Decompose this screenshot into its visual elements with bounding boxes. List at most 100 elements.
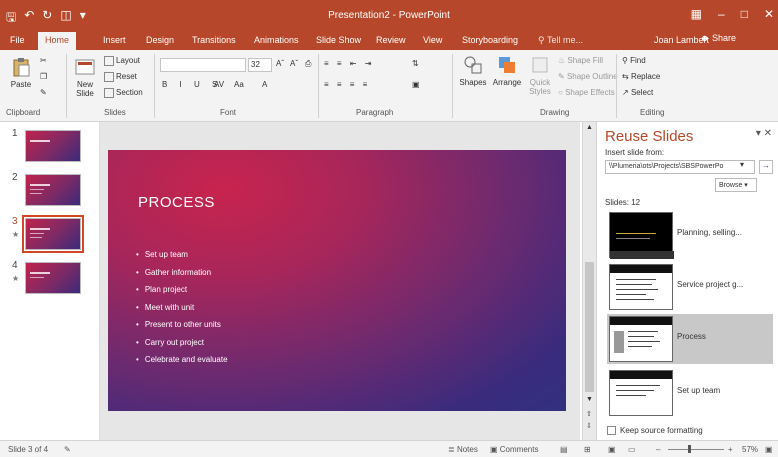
thumbnail-number: 1 [12, 128, 18, 139]
font-name-combo[interactable] [160, 58, 246, 72]
reuse-slide-item[interactable]: Service project g... [607, 262, 773, 312]
bullet-item: Gather information [136, 268, 228, 277]
current-slide[interactable]: PROCESS Set up team Gather information P… [108, 150, 566, 411]
maximize-icon[interactable]: □ [741, 7, 748, 21]
arrange-button[interactable]: Arrange [490, 54, 524, 87]
browse-button[interactable]: Browse ▾ [715, 178, 757, 192]
copy-icon[interactable]: ❐ [40, 72, 47, 81]
tab-design[interactable]: Design [146, 35, 174, 45]
slide-thumbnail-2[interactable] [25, 174, 81, 206]
minimize-icon[interactable]: – [718, 7, 725, 21]
tab-transitions[interactable]: Transitions [192, 35, 236, 45]
ribbon-home: Paste ✂ ❐ ✎ Clipboard New Slide Layout R… [0, 50, 778, 122]
close-icon[interactable]: ✕ [764, 7, 774, 21]
text-direction-icon[interactable]: ⇅ [412, 59, 419, 68]
thumbnail-line [616, 390, 654, 391]
clear-formatting-icon[interactable]: ⎙ [305, 59, 311, 69]
decrease-font-size-icon[interactable]: Aˇ [290, 59, 298, 68]
layout-button[interactable]: Layout [104, 56, 140, 66]
notes-button[interactable]: ≣ Notes [448, 445, 478, 454]
group-label-clipboard: Clipboard [6, 108, 41, 117]
zoom-out-icon[interactable]: – [656, 445, 660, 454]
path-dropdown-icon[interactable]: ▾ [740, 160, 744, 169]
tab-review[interactable]: Review [376, 35, 406, 45]
title-bar: 🖫 ↶ ↻ ◫ ▾ Presentation2 - PowerPoint ▦ –… [0, 0, 778, 30]
thumbnail-line [616, 299, 654, 300]
thumbnail-line [616, 385, 660, 386]
slide-sorter-view-icon[interactable]: ⊞ [584, 445, 591, 454]
tab-file[interactable]: File [10, 35, 25, 45]
next-slide-icon[interactable]: ⇩ [586, 422, 592, 430]
scroll-down-icon[interactable]: ▼ [586, 396, 593, 403]
new-slide-icon [75, 59, 95, 75]
keep-source-formatting-checkbox[interactable]: Keep source formatting [607, 426, 703, 436]
file-path-input[interactable]: \\Plumeria\ots\Projects\SBSPowerPo [605, 160, 755, 174]
cut-icon[interactable]: ✂ [40, 56, 47, 65]
list-buttons[interactable]: ≡ ≡ ⇤ ⇥ [324, 59, 374, 68]
close-pane-icon[interactable]: ▾ ✕ [756, 128, 772, 139]
shapes-button[interactable]: Shapes [458, 54, 488, 87]
slide-thumbnail-3[interactable] [22, 215, 84, 253]
quick-styles-button[interactable]: Quick Styles [526, 54, 554, 96]
thumbnail-line [616, 294, 646, 295]
thumbnail-line [628, 336, 654, 337]
slide-thumbnail-4[interactable] [25, 262, 81, 294]
tab-animations[interactable]: Animations [254, 35, 299, 45]
ribbon-display-options-icon[interactable]: ▦ [691, 7, 702, 21]
change-case-icon[interactable]: Aa [234, 80, 244, 89]
tab-insert[interactable]: Insert [103, 35, 126, 45]
reuse-slide-item[interactable]: Process [607, 314, 773, 364]
vertical-scrollbar[interactable]: ▲ ▼ ⇧ ⇩ [582, 122, 596, 440]
reading-view-icon[interactable]: ▣ [608, 445, 616, 454]
shape-outline-button[interactable]: ✎ Shape Outline [558, 72, 618, 81]
lightbulb-icon: ⚲ [538, 35, 547, 45]
scroll-up-icon[interactable]: ▲ [586, 124, 593, 131]
reuse-slide-item[interactable]: Planning, selling... [607, 210, 773, 260]
format-painter-icon[interactable]: ✎ [40, 88, 47, 97]
slide-thumbnail-1[interactable] [25, 130, 81, 162]
align-text-icon[interactable]: ▣ [412, 80, 420, 89]
tell-me-box[interactable]: ⚲ Tell me... [538, 35, 583, 46]
slide-show-view-icon[interactable]: ▭ [628, 445, 636, 454]
section-button[interactable]: Section [104, 88, 143, 98]
tab-home[interactable]: Home [38, 32, 77, 50]
thumbnail-line [616, 395, 646, 396]
select-button[interactable]: ↗ Select [622, 88, 653, 97]
tab-storyboarding[interactable]: Storyboarding [462, 35, 518, 45]
paste-button[interactable]: Paste [6, 56, 36, 89]
comments-button[interactable]: ▣ Comments [490, 445, 538, 454]
slide-title[interactable]: PROCESS [138, 194, 215, 211]
fit-slide-icon[interactable]: ▣ [765, 445, 773, 454]
replace-button[interactable]: ⇆ Replace [622, 72, 660, 81]
previous-slide-icon[interactable]: ⇧ [586, 410, 592, 418]
reuse-slide-item[interactable]: Set up team [607, 368, 773, 418]
new-slide-button[interactable]: New Slide [72, 56, 98, 98]
shape-fill-button[interactable]: ♨ Shape Fill [558, 56, 603, 65]
zoom-level[interactable]: 57% [742, 445, 758, 454]
font-color-icon[interactable]: A [262, 80, 267, 89]
normal-view-icon[interactable]: ▤ [560, 445, 568, 454]
alignment-buttons[interactable]: ≡ ≡ ≡ ≡ [324, 80, 370, 89]
reuse-slide-thumbnail [609, 370, 673, 416]
go-arrow-icon[interactable]: → [759, 160, 773, 174]
reuse-slide-label: Planning, selling... [677, 228, 742, 237]
reset-button[interactable]: Reset [104, 72, 137, 82]
bullet-item: Carry out project [136, 338, 228, 347]
font-size-combo[interactable]: 32 [248, 58, 272, 72]
shape-effects-button[interactable]: ○ Shape Effects [558, 88, 615, 97]
zoom-slider-track[interactable] [668, 449, 724, 450]
group-label-drawing: Drawing [540, 108, 570, 117]
zoom-in-icon[interactable]: + [728, 445, 733, 454]
scrollbar-thumb[interactable] [585, 262, 594, 392]
character-spacing-icon[interactable]: AV [214, 80, 224, 89]
zoom-slider-knob[interactable] [688, 445, 691, 453]
find-button[interactable]: ⚲ Find [622, 56, 646, 65]
share-button[interactable]: ☻ Share [700, 33, 736, 43]
spelling-check-icon[interactable]: ✎ [64, 445, 71, 454]
thumbnail-line [616, 279, 656, 280]
tab-slide-show[interactable]: Slide Show [316, 35, 361, 45]
tab-view[interactable]: View [423, 35, 442, 45]
slide-bullet-list[interactable]: Set up team Gather information Plan proj… [136, 250, 228, 373]
group-label-editing: Editing [640, 108, 665, 117]
increase-font-size-icon[interactable]: Aˆ [276, 59, 284, 68]
